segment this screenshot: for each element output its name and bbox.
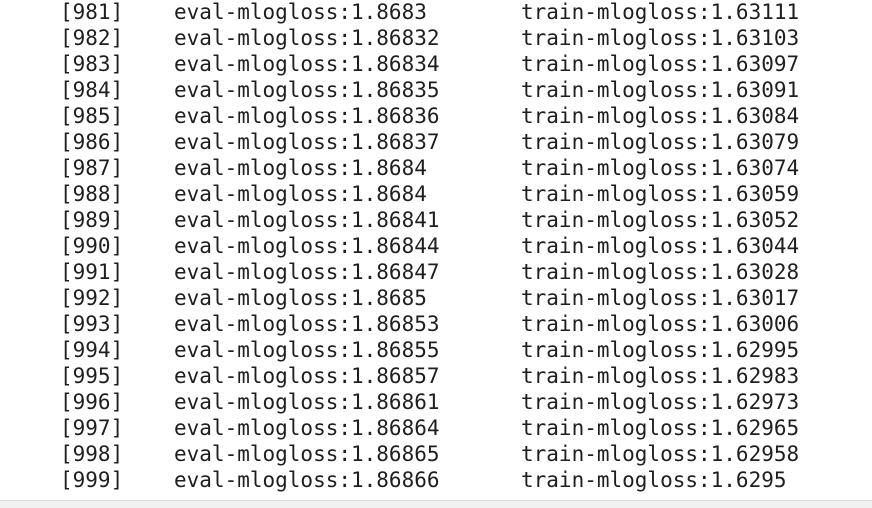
eval-mlogloss-value: eval-mlogloss:1.86861 [174,390,440,414]
log-line: [986] eval-mlogloss:1.86837 train-mlogloss… [0,129,872,155]
log-line: [994] eval-mlogloss:1.86855 train-mlogloss… [0,337,872,363]
log-output-panel: [981] eval-mlogloss:1.8683 train-mlogloss:… [0,0,872,500]
train-mlogloss-value: train-mlogloss:1.63017 [521,286,800,310]
train-mlogloss-value: train-mlogloss:1.62983 [521,364,800,388]
train-mlogloss-value: train-mlogloss:1.63103 [521,26,800,50]
iteration-label: [987] [60,156,124,180]
train-mlogloss-value: train-mlogloss:1.63006 [521,312,800,336]
horizontal-scrollbar[interactable] [0,500,872,508]
log-line: [996] eval-mlogloss:1.86861 train-mlogloss… [0,389,872,415]
eval-mlogloss-value: eval-mlogloss:1.86834 [174,52,440,76]
log-line: [990] eval-mlogloss:1.86844 train-mlogloss… [0,233,872,259]
iteration-label: [988] [60,182,124,206]
log-line: [997] eval-mlogloss:1.86864 train-mlogloss… [0,415,872,441]
train-mlogloss-value: train-mlogloss:1.63052 [521,208,800,232]
iteration-label: [994] [60,338,124,362]
log-line: [989] eval-mlogloss:1.86841 train-mlogloss… [0,207,872,233]
log-line: [983] eval-mlogloss:1.86834 train-mlogloss… [0,51,872,77]
iteration-label: [993] [60,312,124,336]
eval-mlogloss-value: eval-mlogloss:1.86864 [174,416,440,440]
iteration-label: [985] [60,104,124,128]
log-line: [992] eval-mlogloss:1.8685 train-mlogloss:… [0,285,872,311]
train-mlogloss-value: train-mlogloss:1.62995 [521,338,800,362]
train-mlogloss-value: train-mlogloss:1.63079 [521,130,800,154]
eval-mlogloss-value: eval-mlogloss:1.8684 [174,156,427,180]
eval-mlogloss-value: eval-mlogloss:1.86841 [174,208,440,232]
eval-mlogloss-value: eval-mlogloss:1.86866 [174,468,440,492]
iteration-label: [981] [60,0,124,24]
eval-mlogloss-value: eval-mlogloss:1.8683 [174,0,427,24]
eval-mlogloss-value: eval-mlogloss:1.8684 [174,182,427,206]
eval-mlogloss-value: eval-mlogloss:1.86837 [174,130,440,154]
eval-mlogloss-value: eval-mlogloss:1.8685 [174,286,427,310]
iteration-label: [990] [60,234,124,258]
train-mlogloss-value: train-mlogloss:1.63074 [521,156,800,180]
eval-mlogloss-value: eval-mlogloss:1.86832 [174,26,440,50]
train-mlogloss-value: train-mlogloss:1.63111 [521,0,800,24]
log-line: [999] eval-mlogloss:1.86866 train-mlogloss… [0,467,872,493]
train-mlogloss-value: train-mlogloss:1.63059 [521,182,800,206]
eval-mlogloss-value: eval-mlogloss:1.86844 [174,234,440,258]
eval-mlogloss-value: eval-mlogloss:1.86865 [174,442,440,466]
train-mlogloss-value: train-mlogloss:1.62973 [521,390,800,414]
iteration-label: [983] [60,52,124,76]
iteration-label: [995] [60,364,124,388]
log-lines: [981] eval-mlogloss:1.8683 train-mlogloss:… [0,0,872,493]
iteration-label: [986] [60,130,124,154]
log-line: [987] eval-mlogloss:1.8684 train-mlogloss:… [0,155,872,181]
log-line: [981] eval-mlogloss:1.8683 train-mlogloss:… [0,0,872,25]
train-mlogloss-value: train-mlogloss:1.63097 [521,52,800,76]
log-line: [984] eval-mlogloss:1.86835 train-mlogloss… [0,77,872,103]
eval-mlogloss-value: eval-mlogloss:1.86857 [174,364,440,388]
log-line: [995] eval-mlogloss:1.86857 train-mlogloss… [0,363,872,389]
log-line: [991] eval-mlogloss:1.86847 train-mlogloss… [0,259,872,285]
iteration-label: [989] [60,208,124,232]
log-line: [988] eval-mlogloss:1.8684 train-mlogloss:… [0,181,872,207]
iteration-label: [998] [60,442,124,466]
iteration-label: [996] [60,390,124,414]
eval-mlogloss-value: eval-mlogloss:1.86847 [174,260,440,284]
log-line: [998] eval-mlogloss:1.86865 train-mlogloss… [0,441,872,467]
log-line: [985] eval-mlogloss:1.86836 train-mlogloss… [0,103,872,129]
eval-mlogloss-value: eval-mlogloss:1.86835 [174,78,440,102]
eval-mlogloss-value: eval-mlogloss:1.86855 [174,338,440,362]
iteration-label: [992] [60,286,124,310]
eval-mlogloss-value: eval-mlogloss:1.86853 [174,312,440,336]
train-mlogloss-value: train-mlogloss:1.62965 [521,416,800,440]
log-line: [993] eval-mlogloss:1.86853 train-mlogloss… [0,311,872,337]
train-mlogloss-value: train-mlogloss:1.63028 [521,260,800,284]
iteration-label: [984] [60,78,124,102]
train-mlogloss-value: train-mlogloss:1.6295 [521,468,787,492]
iteration-label: [991] [60,260,124,284]
train-mlogloss-value: train-mlogloss:1.63084 [521,104,800,128]
train-mlogloss-value: train-mlogloss:1.62958 [521,442,800,466]
log-line: [982] eval-mlogloss:1.86832 train-mlogloss… [0,25,872,51]
train-mlogloss-value: train-mlogloss:1.63091 [521,78,800,102]
train-mlogloss-value: train-mlogloss:1.63044 [521,234,800,258]
iteration-label: [997] [60,416,124,440]
iteration-label: [982] [60,26,124,50]
eval-mlogloss-value: eval-mlogloss:1.86836 [174,104,440,128]
iteration-label: [999] [60,468,124,492]
